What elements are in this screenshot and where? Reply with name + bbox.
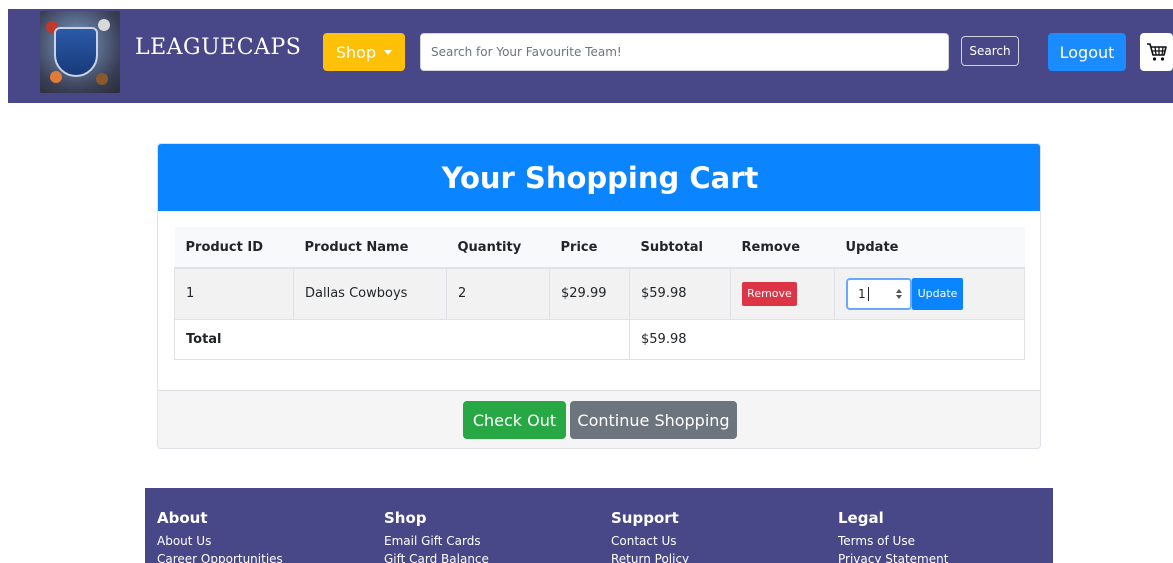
footer-heading: Support <box>611 509 679 527</box>
text-cursor <box>867 286 869 301</box>
column-header-remove: Remove <box>730 227 835 269</box>
cart-button[interactable] <box>1140 33 1173 71</box>
site-footer: About About Us Career Opportunities Shop… <box>145 488 1053 563</box>
total-label: Total <box>174 318 630 360</box>
search-input[interactable] <box>420 33 949 71</box>
spinner-arrows-icon[interactable] <box>896 288 902 299</box>
column-header-update: Update <box>834 227 1025 269</box>
product-name-cell: Dallas Cowboys <box>293 267 447 320</box>
price-cell: $29.99 <box>549 267 630 320</box>
footer-column-about: About About Us Career Opportunities <box>157 509 283 563</box>
footer-link[interactable]: Email Gift Cards <box>384 534 489 548</box>
shop-button-label: Shop <box>335 42 377 62</box>
footer-column-legal: Legal Terms of Use Privacy Statement <box>838 509 948 563</box>
column-header-product-name: Product Name <box>293 227 447 269</box>
cart-table: Product ID Product Name Quantity Price S… <box>174 227 1025 360</box>
navbar: LEAGUECAPS Shop Search Logout <box>8 9 1173 103</box>
continue-shopping-button[interactable]: Continue Shopping <box>570 401 737 439</box>
footer-link[interactable]: Contact Us <box>611 534 689 548</box>
footer-heading: About <box>157 509 208 527</box>
shopping-cart-icon <box>1146 43 1167 61</box>
shopping-cart-card: Your Shopping Cart Product ID Product Na… <box>157 143 1041 449</box>
total-value: $59.98 <box>629 318 1025 360</box>
column-header-price: Price <box>549 227 630 269</box>
footer-column-support: Support Contact Us Return Policy <box>611 509 689 563</box>
quantity-cell: 2 <box>446 267 550 320</box>
leaguecaps-logo[interactable] <box>40 11 120 93</box>
cart-actions: Check Out Continue Shopping <box>158 390 1040 448</box>
cart-header: Your Shopping Cart <box>158 144 1040 211</box>
update-quantity-group: 1 Update <box>846 277 963 310</box>
footer-link[interactable]: Gift Card Balance <box>384 552 489 563</box>
column-header-quantity: Quantity <box>446 227 550 269</box>
column-header-product-id: Product ID <box>174 227 294 269</box>
logout-button[interactable]: Logout <box>1048 33 1126 71</box>
subtotal-cell: $59.98 <box>629 267 731 320</box>
footer-link[interactable]: Privacy Statement <box>838 552 948 563</box>
cart-table-header-row: Product ID Product Name Quantity Price S… <box>174 227 1025 269</box>
remove-cell: Remove <box>730 267 835 320</box>
update-cell: 1 Update <box>834 267 1025 320</box>
footer-link[interactable]: Terms of Use <box>838 534 948 548</box>
quantity-stepper[interactable]: 1 <box>846 277 912 310</box>
footer-link[interactable]: About Us <box>157 534 283 548</box>
footer-link[interactable]: Return Policy <box>611 552 689 563</box>
footer-heading: Legal <box>838 509 884 527</box>
checkout-button[interactable]: Check Out <box>463 401 566 439</box>
footer-heading: Shop <box>384 509 427 527</box>
caret-down-icon <box>384 49 393 55</box>
column-header-subtotal: Subtotal <box>629 227 731 269</box>
brand-name[interactable]: LEAGUECAPS <box>135 35 301 60</box>
product-id-cell: 1 <box>174 267 294 320</box>
remove-button[interactable]: Remove <box>742 281 797 306</box>
quantity-stepper-value: 1 <box>858 286 866 301</box>
total-row: Total $59.98 <box>174 318 1025 360</box>
cart-title: Your Shopping Cart <box>441 160 759 195</box>
footer-link[interactable]: Career Opportunities <box>157 552 283 563</box>
search-button[interactable]: Search <box>961 36 1019 66</box>
shop-dropdown-button[interactable]: Shop <box>323 33 405 71</box>
table-row: 1 Dallas Cowboys 2 $29.99 $59.98 Remove … <box>174 267 1025 320</box>
footer-column-shop: Shop Email Gift Cards Gift Card Balance <box>384 509 489 563</box>
update-button[interactable]: Update <box>912 277 963 310</box>
